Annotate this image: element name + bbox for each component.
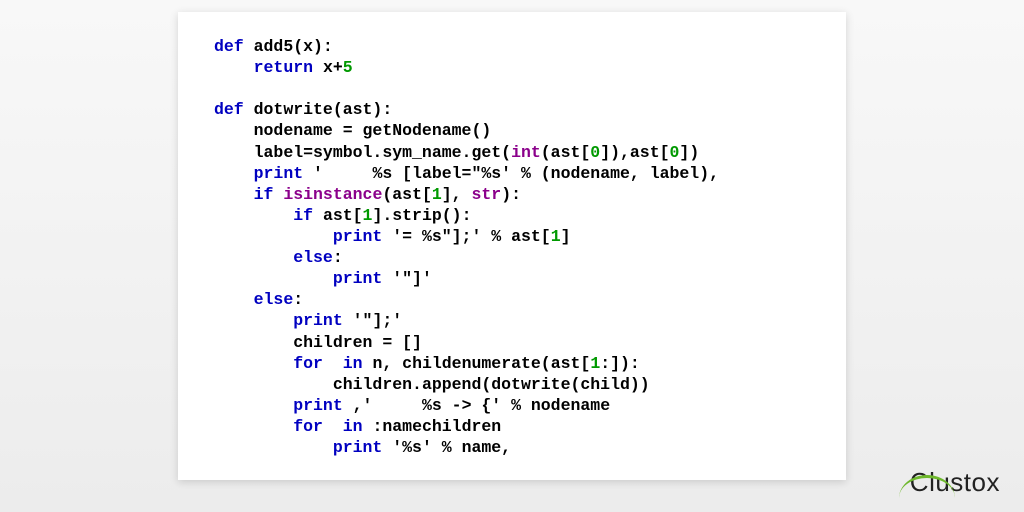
code-token: ):: [501, 185, 521, 204]
code-token: ],: [442, 185, 472, 204]
code-token: ]): [679, 143, 699, 162]
code-token: % nodename: [501, 396, 610, 415]
code-token: print: [333, 227, 383, 246]
code-line: print '"]': [214, 269, 432, 288]
code-token: else: [254, 290, 294, 309]
code-token: ]: [561, 227, 571, 246]
code-line: def add5(x):: [214, 37, 333, 56]
code-line: def dotwrite(ast):: [214, 100, 392, 119]
code-token: print: [254, 164, 304, 183]
code-token: (ast[: [541, 143, 591, 162]
code-token: def: [214, 37, 254, 56]
code-token: '%s': [392, 438, 432, 457]
code-token: [363, 354, 373, 373]
code-token: print: [333, 269, 383, 288]
code-token: if: [293, 206, 323, 225]
code-line: print '"];': [214, 311, 402, 330]
code-token: 1: [590, 354, 600, 373]
clustox-logo: Clustox: [903, 467, 1000, 498]
code-token: 5: [343, 58, 353, 77]
code-line: children.append(dotwrite(child)): [214, 375, 650, 394]
code-token: ,: [343, 396, 363, 415]
code-line: print '= %s"];' % ast[1]: [214, 227, 571, 246]
code-token: 0: [670, 143, 680, 162]
code-line: return x+5: [214, 58, 353, 77]
code-line: print ' %s [label="%s' % (nodename, labe…: [214, 164, 719, 183]
code-token: [343, 311, 353, 330]
code-token: '"]': [392, 269, 432, 288]
code-line: print ,' %s -> {' % nodename: [214, 396, 610, 415]
code-token: [382, 438, 392, 457]
code-token: :namechildren: [372, 417, 501, 436]
code-token: print: [293, 311, 343, 330]
code-line: label=symbol.sym_name.get(int(ast[0]),as…: [214, 143, 699, 162]
code-token: :: [333, 248, 343, 267]
code-token: :: [293, 290, 303, 309]
code-token: [313, 58, 323, 77]
code-token: ast[: [323, 206, 363, 225]
code-token: for: [293, 417, 323, 436]
code-token: dotwrite(ast):: [254, 100, 393, 119]
code-token: return: [254, 58, 313, 77]
code-token: print: [333, 438, 383, 457]
code-token: [323, 354, 343, 373]
code-token: 1: [432, 185, 442, 204]
code-token: [303, 164, 313, 183]
code-line: print '%s' % name,: [214, 438, 511, 457]
code-token: ]),ast[: [600, 143, 669, 162]
code-line: if ast[1].strip():: [214, 206, 471, 225]
code-token: def: [214, 100, 254, 119]
code-token: int: [511, 143, 541, 162]
code-line: for in :namechildren: [214, 417, 501, 436]
code-card: def add5(x): return x+5 def dotwrite(ast…: [178, 12, 846, 480]
code-token: '= %s"];': [392, 227, 481, 246]
code-line: else:: [214, 248, 343, 267]
code-token: (ast[: [382, 185, 432, 204]
code-token: ' %s [label="%s': [313, 164, 511, 183]
code-token: if: [254, 185, 284, 204]
code-token: 1: [551, 227, 561, 246]
code-token: isinstance: [283, 185, 382, 204]
code-token: in: [343, 417, 363, 436]
code-line: children = []: [214, 333, 422, 352]
code-line: for in n, childenumerate(ast[1:]):: [214, 354, 640, 373]
code-token: [323, 417, 343, 436]
code-token: [382, 227, 392, 246]
code-token: '"];': [353, 311, 403, 330]
code-token: % (nodename, label),: [511, 164, 719, 183]
code-token: children.append(dotwrite(child)): [333, 375, 650, 394]
code-line: if isinstance(ast[1], str):: [214, 185, 521, 204]
code-token: else: [293, 248, 333, 267]
code-token: :]):: [600, 354, 640, 373]
code-token: in: [343, 354, 363, 373]
code-token: n, childenumerate(ast[: [372, 354, 590, 373]
code-token: x+: [323, 58, 343, 77]
code-token: [363, 417, 373, 436]
code-token: children = []: [293, 333, 422, 352]
code-token: add5(x):: [254, 37, 333, 56]
code-token: ].strip():: [372, 206, 471, 225]
code-block: def add5(x): return x+5 def dotwrite(ast…: [214, 36, 810, 458]
code-token: ' %s -> {': [363, 396, 502, 415]
code-token: str: [472, 185, 502, 204]
code-token: label=symbol.sym_name.get(: [254, 143, 511, 162]
code-line: else:: [214, 290, 303, 309]
code-token: % name,: [432, 438, 511, 457]
code-token: 0: [590, 143, 600, 162]
code-token: nodename = getNodename(): [254, 121, 492, 140]
code-token: for: [293, 354, 323, 373]
code-line: nodename = getNodename(): [214, 121, 491, 140]
code-token: % ast[: [481, 227, 550, 246]
code-token: print: [293, 396, 343, 415]
code-token: [382, 269, 392, 288]
code-token: 1: [363, 206, 373, 225]
